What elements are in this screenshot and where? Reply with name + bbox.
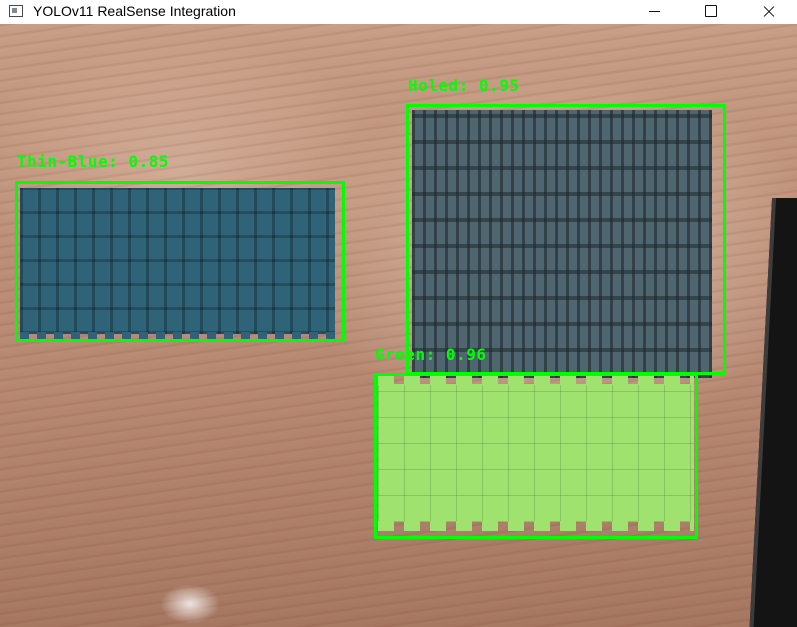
light-glare — [160, 584, 220, 624]
detection-label-green: Green: 0.96 — [375, 345, 487, 364]
camera-feed: Thin-Blue: 0.85 Holed: 0.95 Green: 0.96 — [0, 24, 797, 627]
app-window: YOLOv11 RealSense Integration Thin-Blue:… — [0, 0, 797, 627]
detection-box-holed — [406, 104, 726, 375]
detection-box-green — [374, 373, 698, 539]
close-button[interactable] — [743, 0, 793, 24]
detection-label-thin-blue: Thin-Blue: 0.85 — [17, 152, 169, 171]
detection-label-holed: Holed: 0.95 — [408, 76, 520, 95]
app-window-icon — [9, 5, 23, 17]
detection-box-thin-blue — [15, 181, 345, 342]
minimize-button[interactable] — [629, 0, 679, 24]
title-bar[interactable]: YOLOv11 RealSense Integration — [0, 0, 797, 24]
maximize-button[interactable] — [685, 0, 735, 24]
window-title: YOLOv11 RealSense Integration — [33, 3, 236, 19]
